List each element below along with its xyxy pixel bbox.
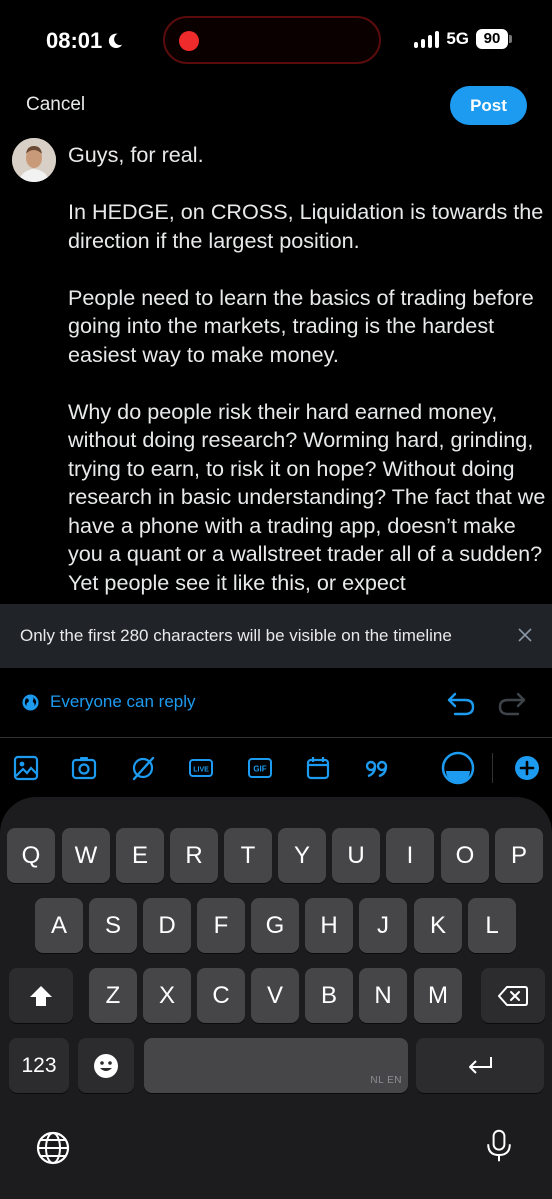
key-r[interactable]: R [170, 828, 218, 883]
post-button[interactable]: Post [450, 86, 527, 125]
key-u[interactable]: U [332, 828, 380, 883]
key-d[interactable]: D [143, 898, 191, 953]
emoji-key[interactable] [78, 1038, 134, 1093]
key-s[interactable]: S [89, 898, 137, 953]
key-b[interactable]: B [305, 968, 353, 1023]
character-limit-notice: Only the first 280 characters will be vi… [0, 604, 552, 668]
live-icon[interactable]: LIVE [188, 755, 214, 781]
return-icon [469, 1056, 492, 1074]
key-j[interactable]: J [359, 898, 407, 953]
cancel-button[interactable]: Cancel [26, 94, 85, 116]
reply-settings-button[interactable]: Everyone can reply [50, 692, 196, 712]
close-icon[interactable] [518, 628, 532, 642]
notice-text: Only the first 280 characters will be vi… [20, 626, 452, 645]
redo-icon[interactable] [497, 688, 527, 716]
globe-icon [22, 694, 39, 711]
undo-icon[interactable] [446, 688, 476, 716]
key-m[interactable]: M [414, 968, 462, 1023]
moon-icon [109, 33, 123, 49]
compose-paragraph: Why do people risk their hard earned mon… [68, 398, 546, 595]
key-a[interactable]: A [35, 898, 83, 953]
dynamic-island[interactable] [163, 16, 381, 64]
status-time: 08:01 [46, 28, 124, 54]
delete-key[interactable] [481, 968, 545, 1023]
key-p[interactable]: P [495, 828, 543, 883]
gif-label: GIF [253, 765, 266, 774]
key-v[interactable]: V [251, 968, 299, 1023]
key-e[interactable]: E [116, 828, 164, 883]
add-post-icon[interactable] [514, 755, 540, 781]
keyboard: Q W E R T Y U I O P A S D F G H J K L Z … [0, 797, 552, 1199]
compose-paragraph: People need to learn the basics of tradi… [68, 284, 534, 367]
avatar[interactable] [12, 138, 56, 182]
status-indicators: 5G 90 [414, 29, 512, 49]
reply-settings-row: Everyone can reply [0, 668, 552, 738]
compose-toolbar: LIVE GIF [0, 739, 552, 797]
shift-key[interactable] [9, 968, 73, 1023]
live-label: LIVE [193, 767, 209, 774]
numbers-key[interactable]: 123 [9, 1038, 69, 1093]
calendar-icon[interactable] [305, 755, 331, 781]
key-w[interactable]: W [62, 828, 110, 883]
key-y[interactable]: Y [278, 828, 326, 883]
signal-icon [414, 30, 440, 48]
key-k[interactable]: K [414, 898, 462, 953]
battery-level: 90 [476, 29, 508, 49]
compose-paragraph: Guys, for real. [68, 142, 204, 167]
return-key[interactable] [416, 1038, 544, 1093]
clock: 08:01 [46, 28, 103, 53]
character-counter-icon [441, 751, 475, 785]
key-i[interactable]: I [386, 828, 434, 883]
key-l[interactable]: L [468, 898, 516, 953]
compose-textarea[interactable]: Guys, for real. In HEDGE, on CROSS, Liqu… [68, 141, 548, 609]
key-c[interactable]: C [197, 968, 245, 1023]
image-icon[interactable] [13, 755, 39, 781]
camera-icon[interactable] [71, 755, 97, 781]
microphone-icon[interactable] [481, 1128, 517, 1164]
shift-icon [30, 985, 52, 1006]
gif-icon[interactable]: GIF [247, 755, 273, 781]
key-x[interactable]: X [143, 968, 191, 1023]
key-h[interactable]: H [305, 898, 353, 953]
language-hint: NL EN [370, 1075, 402, 1086]
key-q[interactable]: Q [7, 828, 55, 883]
grok-icon[interactable] [130, 755, 156, 781]
emoji-icon [94, 1053, 118, 1078]
key-z[interactable]: Z [89, 968, 137, 1023]
key-t[interactable]: T [224, 828, 272, 883]
network-type: 5G [446, 29, 469, 48]
recording-indicator-icon [179, 31, 199, 51]
quote-icon[interactable] [363, 755, 389, 781]
space-key[interactable]: NL EN [144, 1038, 408, 1093]
key-f[interactable]: F [197, 898, 245, 953]
battery-tip [509, 35, 512, 43]
backspace-icon [498, 985, 528, 1006]
key-g[interactable]: G [251, 898, 299, 953]
key-o[interactable]: O [441, 828, 489, 883]
key-n[interactable]: N [359, 968, 407, 1023]
globe-icon[interactable] [35, 1130, 71, 1166]
battery-icon: 90 [476, 29, 512, 49]
compose-paragraph: In HEDGE, on CROSS, Liquidation is towar… [68, 199, 544, 253]
avatar-image [12, 138, 56, 182]
toolbar-divider [492, 753, 493, 783]
